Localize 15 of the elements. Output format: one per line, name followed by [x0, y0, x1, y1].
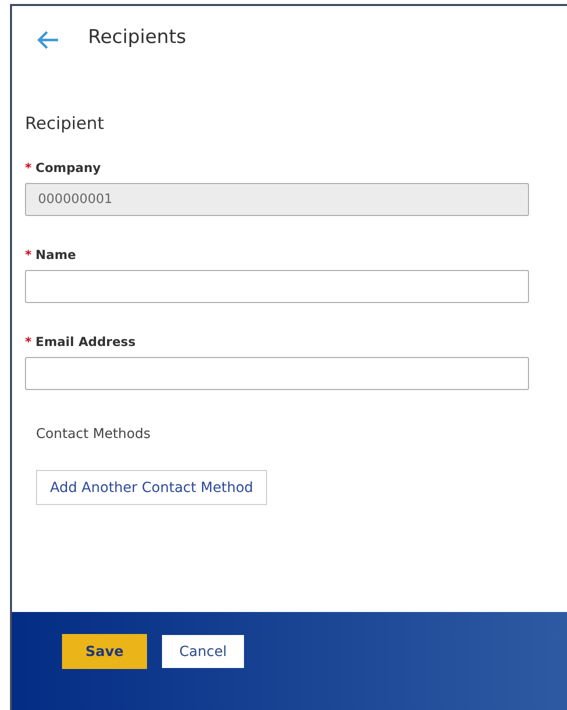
input-field[interactable] — [25, 270, 529, 303]
field-label: Name — [36, 247, 76, 262]
field-label: Company — [36, 160, 101, 175]
section-title: Recipient — [25, 114, 105, 134]
contact-methods-label: Contact Methods — [36, 426, 152, 442]
add-contact-method-button[interactable]: Add Another Contact Method — [36, 470, 268, 505]
field-label: Email Address — [36, 334, 136, 349]
required-mark: * — [25, 334, 32, 349]
input-field[interactable] — [25, 357, 529, 390]
page-title: Recipients — [88, 26, 186, 48]
required-mark: * — [25, 247, 32, 262]
cancel-button[interactable]: Cancel — [162, 635, 244, 668]
back-arrow-icon[interactable] — [36, 30, 60, 50]
save-button[interactable]: Save — [62, 634, 147, 669]
required-mark: * — [25, 160, 32, 175]
